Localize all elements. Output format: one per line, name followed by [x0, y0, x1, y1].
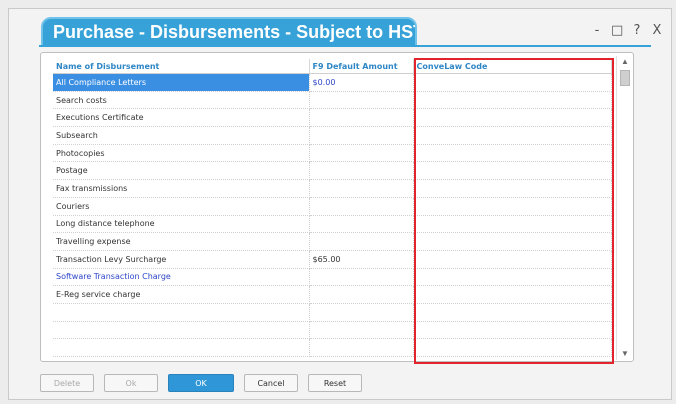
default-amount-cell[interactable]: [309, 126, 414, 145]
disbursement-grid-panel: Name of Disbursement F9 Default Amount C…: [40, 52, 634, 362]
close-icon[interactable]: X: [651, 23, 663, 38]
disbursement-name-cell[interactable]: [53, 321, 310, 340]
title-underline: [39, 45, 651, 47]
scroll-thumb[interactable]: [620, 70, 630, 86]
minimize-icon[interactable]: -: [591, 23, 603, 38]
disbursement-name-cell[interactable]: Long distance telephone: [53, 215, 310, 234]
table-row[interactable]: Postage: [53, 161, 612, 181]
reset-button[interactable]: Reset: [308, 374, 362, 392]
disbursement-name-cell[interactable]: [53, 338, 310, 357]
disbursement-name-cell[interactable]: Postage: [53, 161, 310, 181]
default-amount-cell[interactable]: [309, 144, 414, 163]
default-amount-cell[interactable]: [309, 161, 414, 181]
conveylaw-code-cell[interactable]: [413, 197, 612, 216]
delete-button[interactable]: Delete: [40, 374, 94, 392]
disbursement-name-cell[interactable]: Fax transmissions: [53, 179, 310, 198]
table-row[interactable]: Search costs: [53, 91, 612, 110]
conveylaw-code-cell[interactable]: [413, 321, 612, 340]
header-name[interactable]: Name of Disbursement: [53, 59, 310, 74]
default-amount-cell[interactable]: [309, 321, 414, 340]
table-row[interactable]: [53, 303, 612, 322]
disbursement-name-cell[interactable]: Executions Certificate: [53, 108, 310, 128]
table-row[interactable]: Subsearch: [53, 126, 612, 145]
header-default-amount[interactable]: F9 Default Amount: [309, 59, 414, 74]
help-icon[interactable]: ?: [631, 23, 643, 38]
conveylaw-code-cell[interactable]: [413, 91, 612, 110]
default-amount-cell[interactable]: [309, 197, 414, 216]
default-amount-cell[interactable]: [309, 91, 414, 110]
disbursement-name-cell[interactable]: Search costs: [53, 91, 310, 110]
ok-button[interactable]: OK: [168, 374, 234, 392]
window-title: Purchase - Disbursements - Subject to HS…: [41, 17, 417, 47]
conveylaw-code-cell[interactable]: [413, 73, 612, 92]
default-amount-cell[interactable]: $65.00: [309, 250, 414, 269]
disbursement-table: Name of Disbursement F9 Default Amount C…: [53, 59, 612, 357]
default-amount-cell[interactable]: [309, 268, 414, 287]
table-row[interactable]: Executions Certificate: [53, 108, 612, 128]
restore-icon[interactable]: □: [611, 23, 623, 38]
conveylaw-code-cell[interactable]: [413, 108, 612, 128]
disbursement-name-cell[interactable]: Subsearch: [53, 126, 310, 145]
default-amount-cell[interactable]: [309, 108, 414, 128]
table-row[interactable]: Fax transmissions: [53, 179, 612, 198]
conveylaw-code-cell[interactable]: [413, 338, 612, 357]
default-amount-cell[interactable]: [309, 215, 414, 234]
table-row[interactable]: Software Transaction Charge: [53, 268, 612, 287]
conveylaw-code-cell[interactable]: [413, 285, 612, 304]
default-amount-cell[interactable]: [309, 179, 414, 198]
conveylaw-code-cell[interactable]: [413, 303, 612, 322]
disbursement-name-cell[interactable]: [53, 303, 310, 322]
cancel-button[interactable]: Cancel: [244, 374, 298, 392]
conveylaw-code-cell[interactable]: [413, 250, 612, 269]
table-row[interactable]: Couriers: [53, 197, 612, 216]
header-conveylaw-code[interactable]: ConveLaw Code: [413, 59, 612, 74]
conveylaw-code-cell[interactable]: [413, 215, 612, 234]
table-row[interactable]: [53, 321, 612, 340]
default-amount-cell[interactable]: [309, 232, 414, 251]
default-amount-cell[interactable]: [309, 338, 414, 357]
disbursement-name-cell[interactable]: Travelling expense: [53, 232, 310, 251]
disbursement-name-cell[interactable]: Transaction Levy Surcharge: [53, 250, 310, 269]
conveylaw-code-cell[interactable]: [413, 126, 612, 145]
table-row[interactable]: [53, 338, 612, 357]
table-row[interactable]: Long distance telephone: [53, 215, 612, 234]
disbursement-name-cell[interactable]: Photocopies: [53, 144, 310, 163]
table-row[interactable]: E-Reg service charge: [53, 285, 612, 304]
vertical-scrollbar[interactable]: ▲ ▼: [616, 56, 633, 360]
default-amount-cell[interactable]: [309, 285, 414, 304]
conveylaw-code-cell[interactable]: [413, 268, 612, 287]
disbursement-name-cell[interactable]: All Compliance Letters: [53, 73, 310, 92]
disbursement-name-cell[interactable]: Couriers: [53, 197, 310, 216]
scroll-up-icon[interactable]: ▲: [617, 56, 633, 68]
conveylaw-code-cell[interactable]: [413, 161, 612, 181]
ok-disabled-button[interactable]: Ok: [104, 374, 158, 392]
dialog-button-bar: Delete Ok OK Cancel Reset: [40, 374, 362, 396]
table-row[interactable]: Travelling expense: [53, 232, 612, 251]
conveylaw-code-cell[interactable]: [413, 144, 612, 163]
scroll-down-icon[interactable]: ▼: [617, 348, 633, 360]
table-row[interactable]: Photocopies: [53, 144, 612, 163]
conveylaw-code-cell[interactable]: [413, 179, 612, 198]
default-amount-cell[interactable]: $0.00: [309, 73, 414, 92]
disbursement-name-cell[interactable]: E-Reg service charge: [53, 285, 310, 304]
table-header-row: Name of Disbursement F9 Default Amount C…: [53, 59, 612, 74]
table-row[interactable]: All Compliance Letters $0.00: [53, 73, 612, 92]
conveylaw-code-cell[interactable]: [413, 232, 612, 251]
table-row[interactable]: Transaction Levy Surcharge $65.00: [53, 250, 612, 269]
disbursement-name-cell[interactable]: Software Transaction Charge: [53, 268, 310, 287]
default-amount-cell[interactable]: [309, 303, 414, 322]
window-controls: - □ ? X: [591, 23, 663, 38]
